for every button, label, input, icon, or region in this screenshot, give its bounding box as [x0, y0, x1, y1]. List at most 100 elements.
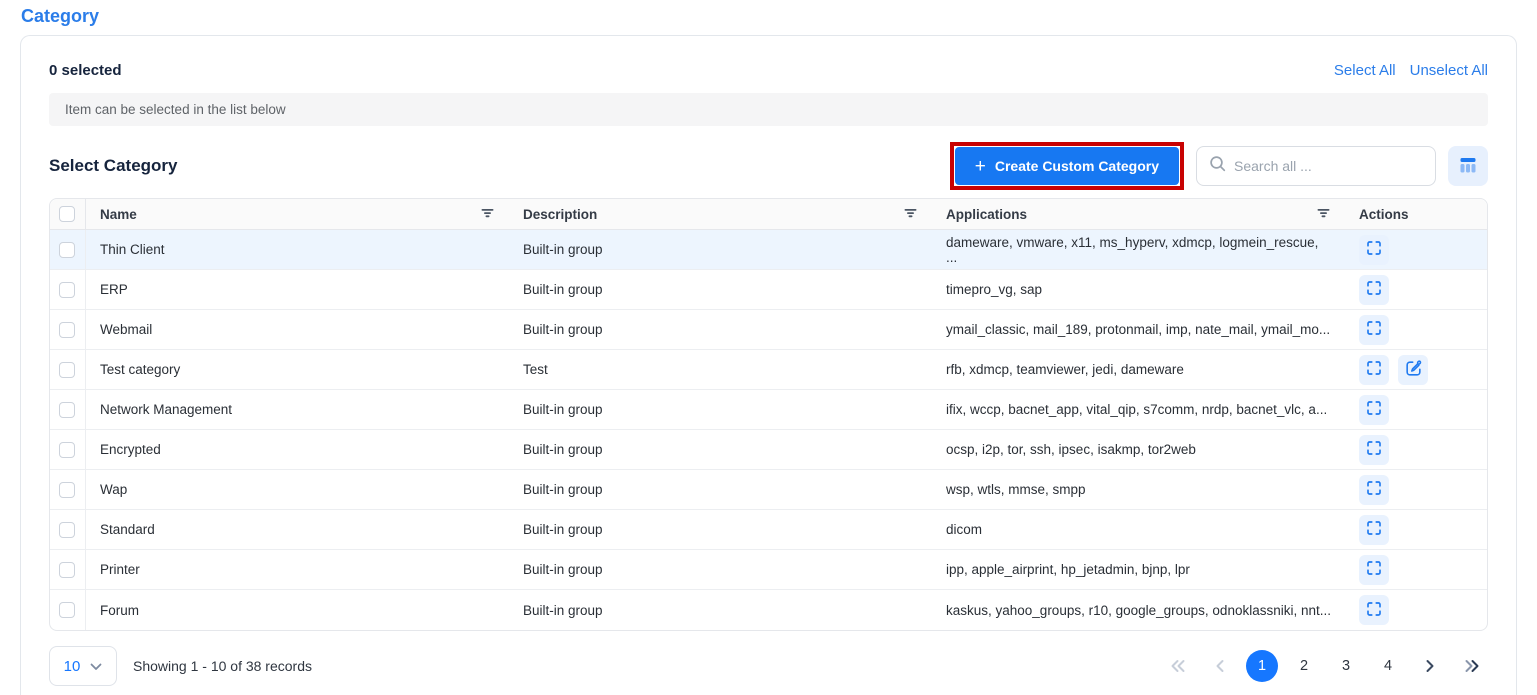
table-row[interactable]: Test category Test rfb, xdmcp, teamviewe… — [50, 350, 1487, 390]
double-chevron-right-icon — [1464, 659, 1480, 673]
page-number-button[interactable]: 2 — [1288, 650, 1320, 682]
row-checkbox[interactable] — [59, 562, 75, 578]
expand-row-button[interactable] — [1359, 435, 1389, 465]
search-box[interactable] — [1196, 146, 1436, 186]
row-name: ERP — [100, 282, 128, 297]
expand-row-button[interactable] — [1359, 515, 1389, 545]
row-description: Built-in group — [523, 603, 603, 618]
selection-hint: Item can be selected in the list below — [49, 93, 1488, 126]
row-applications: rfb, xdmcp, teamviewer, jedi, dameware — [946, 362, 1184, 377]
plus-icon: + — [975, 157, 986, 176]
row-checkbox[interactable] — [59, 602, 75, 618]
create-custom-category-button[interactable]: + Create Custom Category — [955, 147, 1179, 185]
expand-icon — [1365, 600, 1383, 621]
next-page-button[interactable] — [1414, 650, 1446, 682]
row-description: Built-in group — [523, 442, 603, 457]
expand-row-button[interactable] — [1359, 235, 1389, 265]
unselect-all-link[interactable]: Unselect All — [1410, 62, 1488, 79]
table-row[interactable]: Standard Built-in group dicom — [50, 510, 1487, 550]
expand-row-button[interactable] — [1359, 475, 1389, 505]
prev-page-button[interactable] — [1204, 650, 1236, 682]
row-name: Network Management — [100, 402, 232, 417]
row-checkbox[interactable] — [59, 322, 75, 338]
row-checkbox[interactable] — [59, 482, 75, 498]
row-name: Webmail — [100, 322, 152, 337]
page-number-button[interactable]: 3 — [1330, 650, 1362, 682]
section-title: Select Category — [49, 156, 950, 176]
edit-row-button[interactable] — [1398, 355, 1428, 385]
column-settings-button[interactable] — [1448, 146, 1488, 186]
row-applications: ymail_classic, mail_189, protonmail, imp… — [946, 322, 1330, 337]
row-description: Built-in group — [523, 402, 603, 417]
table-row[interactable]: Wap Built-in group wsp, wtls, mmse, smpp — [50, 470, 1487, 510]
annotation-highlight: + Create Custom Category — [950, 142, 1184, 190]
category-table: Name Description Applications Actions Th… — [49, 198, 1488, 631]
row-checkbox[interactable] — [59, 282, 75, 298]
expand-icon — [1365, 519, 1383, 540]
pagination: 1234 — [1162, 650, 1488, 682]
table-row[interactable]: ERP Built-in group timepro_vg, sap — [50, 270, 1487, 310]
expand-row-button[interactable] — [1359, 595, 1389, 625]
expand-icon — [1365, 439, 1383, 460]
search-icon — [1209, 155, 1226, 177]
select-all-checkbox[interactable] — [59, 206, 75, 222]
first-page-button[interactable] — [1162, 650, 1194, 682]
search-input[interactable] — [1234, 158, 1423, 174]
row-checkbox[interactable] — [59, 402, 75, 418]
select-all-link[interactable]: Select All — [1334, 62, 1396, 79]
row-description: Built-in group — [523, 282, 603, 297]
row-applications: wsp, wtls, mmse, smpp — [946, 482, 1086, 497]
table-row[interactable]: Thin Client Built-in group dameware, vmw… — [50, 230, 1487, 270]
row-description: Built-in group — [523, 482, 603, 497]
table-row[interactable]: Forum Built-in group kaskus, yahoo_group… — [50, 590, 1487, 630]
expand-icon — [1365, 239, 1383, 260]
filter-icon[interactable] — [903, 207, 918, 222]
table-row[interactable]: Network Management Built-in group ifix, … — [50, 390, 1487, 430]
row-description: Built-in group — [523, 322, 603, 337]
table-row[interactable]: Printer Built-in group ipp, apple_airpri… — [50, 550, 1487, 590]
edit-icon — [1404, 359, 1423, 381]
row-applications: dameware, vmware, x11, ms_hyperv, xdmcp,… — [946, 235, 1318, 265]
chevron-left-icon — [1215, 659, 1225, 673]
expand-icon — [1365, 559, 1383, 580]
row-description: Built-in group — [523, 522, 603, 537]
page-number-button[interactable]: 1 — [1246, 650, 1278, 682]
row-name: Standard — [100, 522, 155, 537]
expand-row-button[interactable] — [1359, 555, 1389, 585]
expand-row-button[interactable] — [1359, 395, 1389, 425]
table-row[interactable]: Encrypted Built-in group ocsp, i2p, tor,… — [50, 430, 1487, 470]
table-row[interactable]: Webmail Built-in group ymail_classic, ma… — [50, 310, 1487, 350]
columns-icon — [1458, 155, 1478, 178]
category-panel: 0 selected Select All Unselect All Item … — [20, 35, 1517, 695]
last-page-button[interactable] — [1456, 650, 1488, 682]
page-number-button[interactable]: 4 — [1372, 650, 1404, 682]
page-size-select[interactable]: 10 — [49, 646, 117, 686]
expand-icon — [1365, 479, 1383, 500]
expand-icon — [1365, 399, 1383, 420]
create-button-label: Create Custom Category — [995, 158, 1159, 174]
expand-row-button[interactable] — [1359, 275, 1389, 305]
row-checkbox[interactable] — [59, 362, 75, 378]
column-header-applications: Applications — [946, 207, 1027, 222]
page-size-value: 10 — [64, 658, 81, 675]
selected-count: 0 selected — [49, 62, 122, 79]
records-summary: Showing 1 - 10 of 38 records — [133, 658, 1162, 674]
row-name: Encrypted — [100, 442, 161, 457]
filter-icon[interactable] — [480, 207, 495, 222]
row-checkbox[interactable] — [59, 522, 75, 538]
row-checkbox[interactable] — [59, 442, 75, 458]
expand-row-button[interactable] — [1359, 355, 1389, 385]
row-applications: kaskus, yahoo_groups, r10, google_groups… — [946, 603, 1331, 618]
row-name: Thin Client — [100, 242, 165, 257]
expand-row-button[interactable] — [1359, 315, 1389, 345]
table-header-row: Name Description Applications Actions — [50, 199, 1487, 230]
row-name: Printer — [100, 562, 140, 577]
row-applications: ocsp, i2p, tor, ssh, ipsec, isakmp, tor2… — [946, 442, 1196, 457]
row-checkbox[interactable] — [59, 242, 75, 258]
row-name: Forum — [100, 603, 139, 618]
page-title: Category — [0, 0, 1537, 35]
chevron-down-icon — [90, 658, 102, 675]
row-description: Built-in group — [523, 242, 603, 257]
row-description: Built-in group — [523, 562, 603, 577]
filter-icon[interactable] — [1316, 207, 1331, 222]
